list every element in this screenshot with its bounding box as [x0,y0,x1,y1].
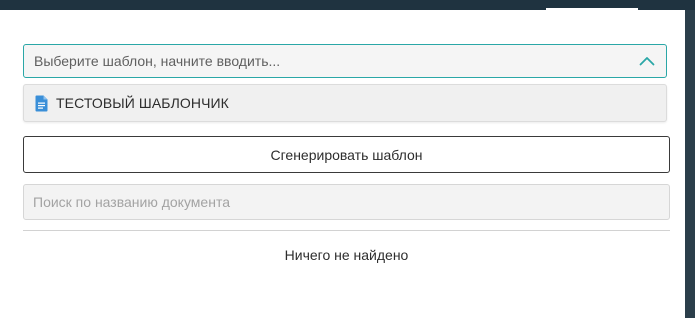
template-option[interactable]: ТЕСТОВЫЙ ШАБЛОНЧИК [24,85,666,121]
document-search-input[interactable] [23,184,670,220]
generate-template-button[interactable]: Сгенерировать шаблон [23,136,670,173]
divider [23,230,670,231]
template-select-placeholder: Выберите шаблон, начните вводить... [34,53,281,69]
template-dropdown-list: ТЕСТОВЫЙ ШАБЛОНЧИК [23,84,667,122]
template-select[interactable]: Выберите шаблон, начните вводить... [23,44,667,78]
scrollbar-gutter [685,10,695,318]
document-icon [35,95,48,112]
top-bar [0,0,695,12]
empty-results-message: Ничего не найдено [284,247,409,263]
chevron-up-icon[interactable] [638,52,656,70]
template-option-label: ТЕСТОВЫЙ ШАБЛОНЧИК [56,95,229,111]
